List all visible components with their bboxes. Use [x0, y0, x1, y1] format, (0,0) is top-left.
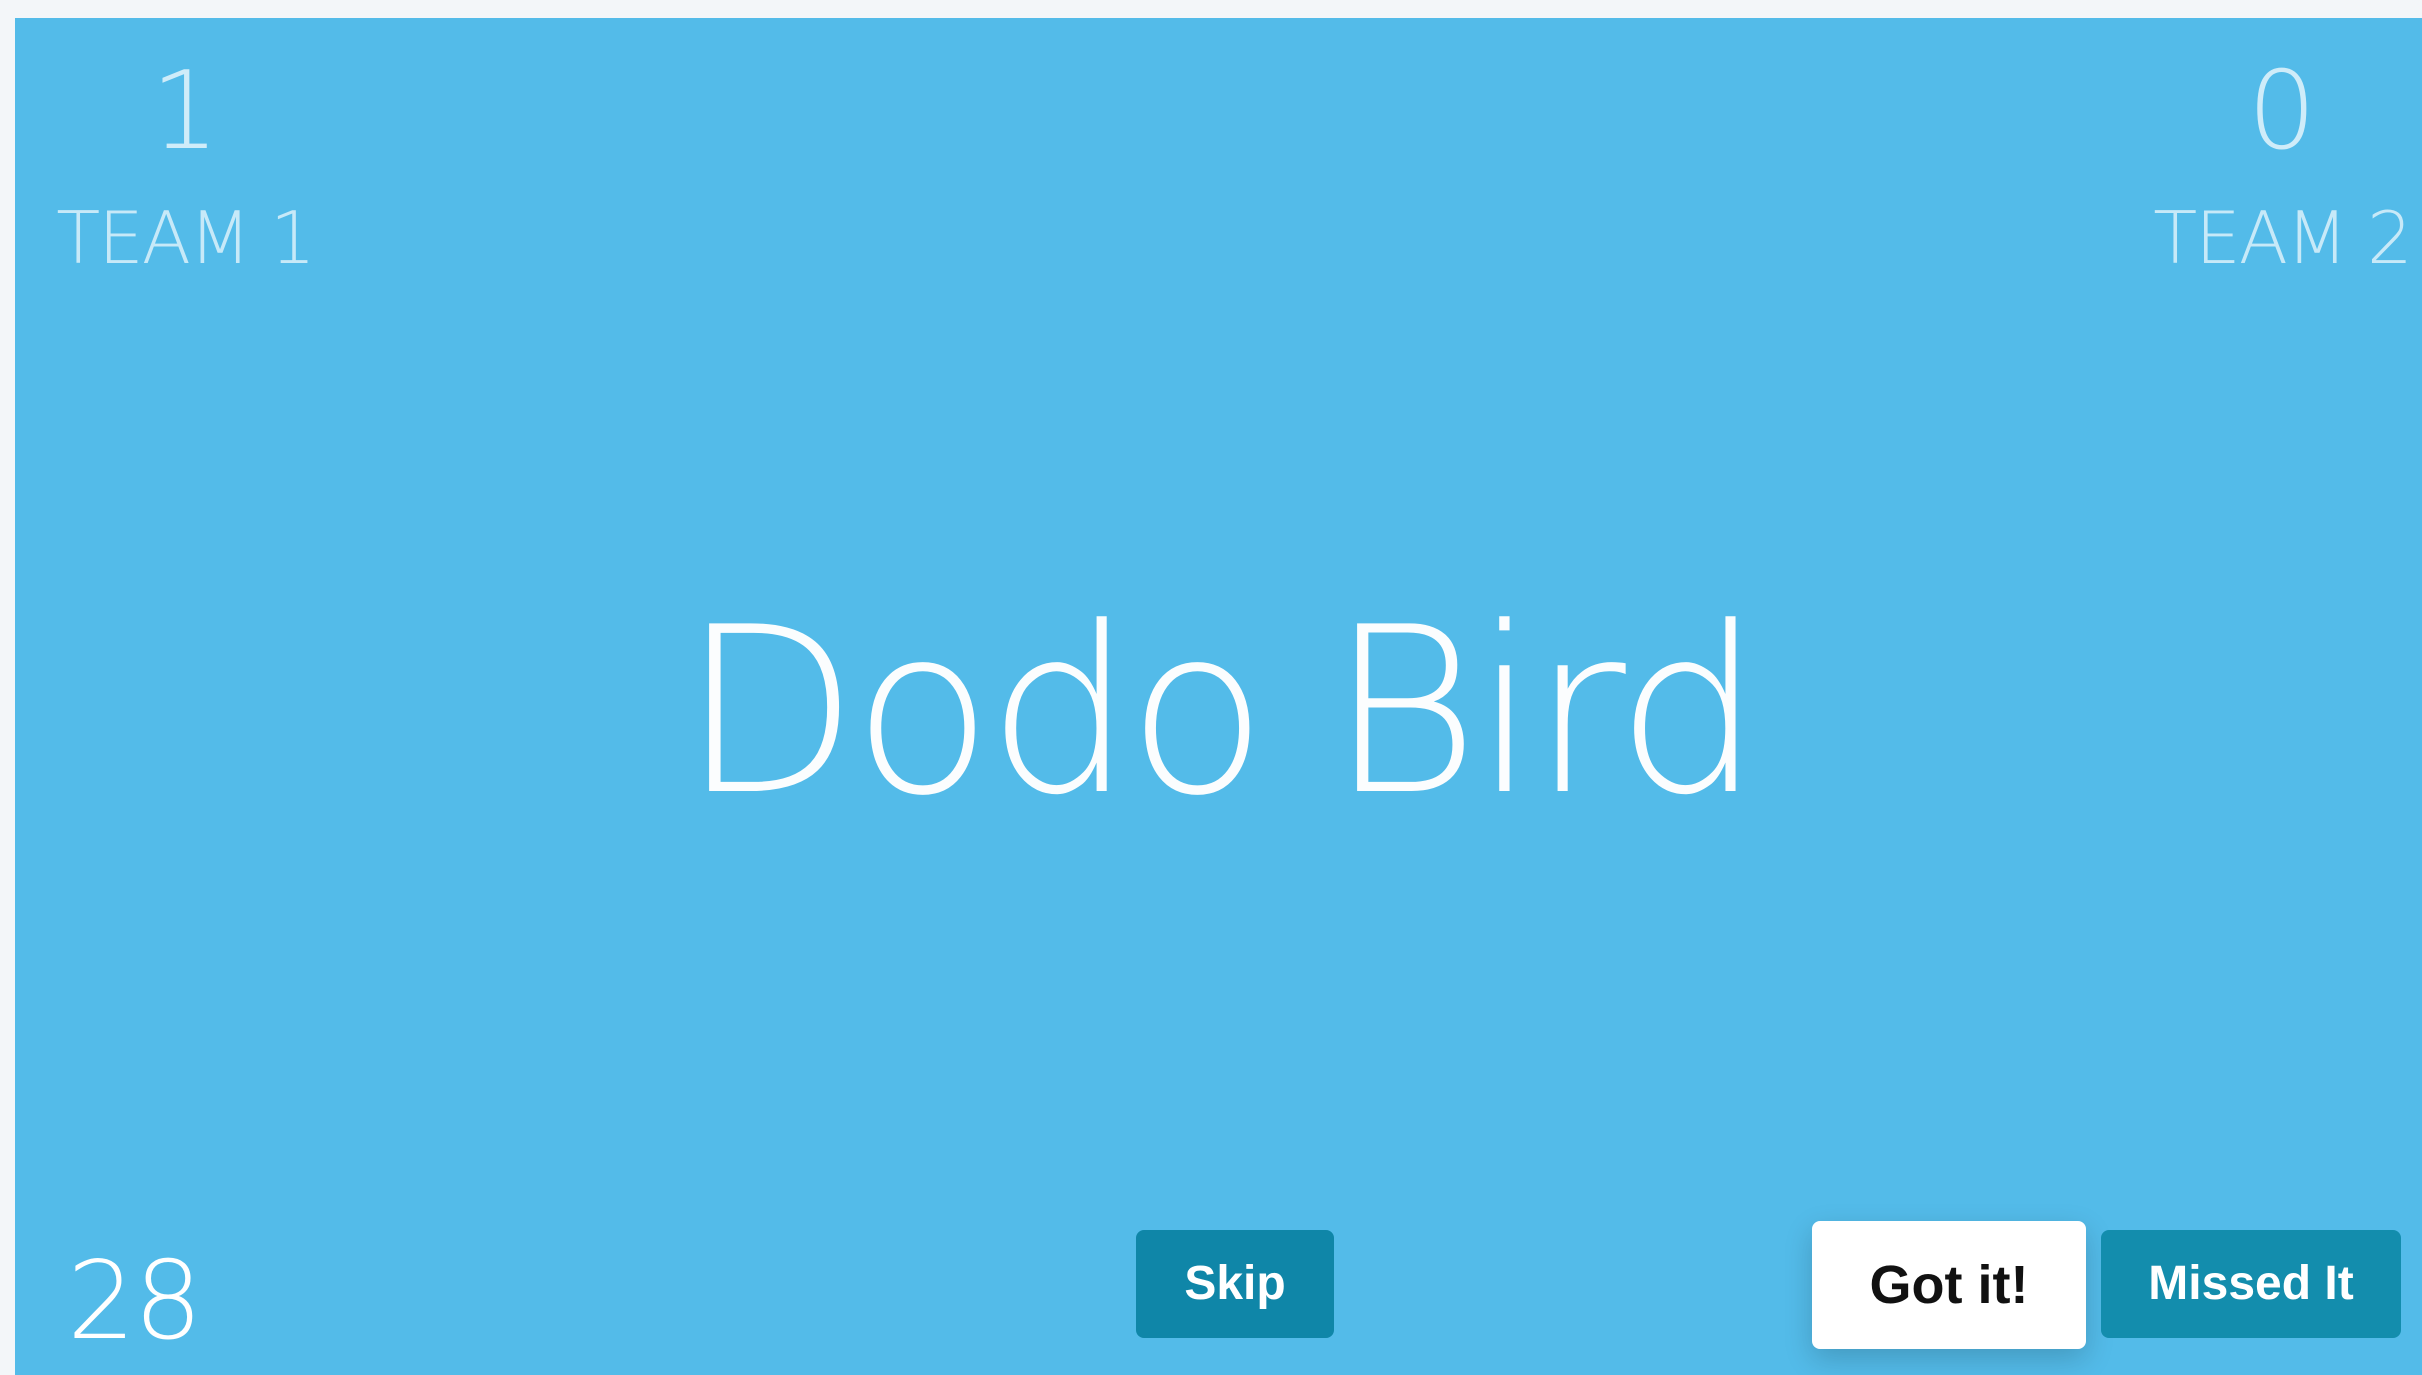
got-it-button[interactable]: Got it! [1812, 1221, 2086, 1349]
team-2-score-block: 0 TEAM 2 [2142, 49, 2422, 280]
team-2-label: TEAM 2 [2153, 196, 2413, 280]
game-panel: 1 TEAM 1 0 TEAM 2 Dodo Bird 28 Skip Got … [15, 18, 2422, 1375]
skip-button[interactable]: Skip [1136, 1230, 1334, 1338]
top-window-strip [0, 0, 2422, 18]
team-1-score-block: 1 TEAM 1 [50, 49, 320, 280]
word-card: Dodo Bird [15, 598, 2422, 828]
team-2-score: 0 [2247, 49, 2317, 174]
current-word: Dodo Bird [681, 579, 1762, 846]
left-window-strip [0, 0, 15, 1375]
team-1-score: 1 [150, 49, 220, 174]
team-1-label: TEAM 1 [56, 196, 316, 280]
timer: 28 [67, 1239, 202, 1364]
missed-it-button[interactable]: Missed It [2101, 1230, 2401, 1338]
